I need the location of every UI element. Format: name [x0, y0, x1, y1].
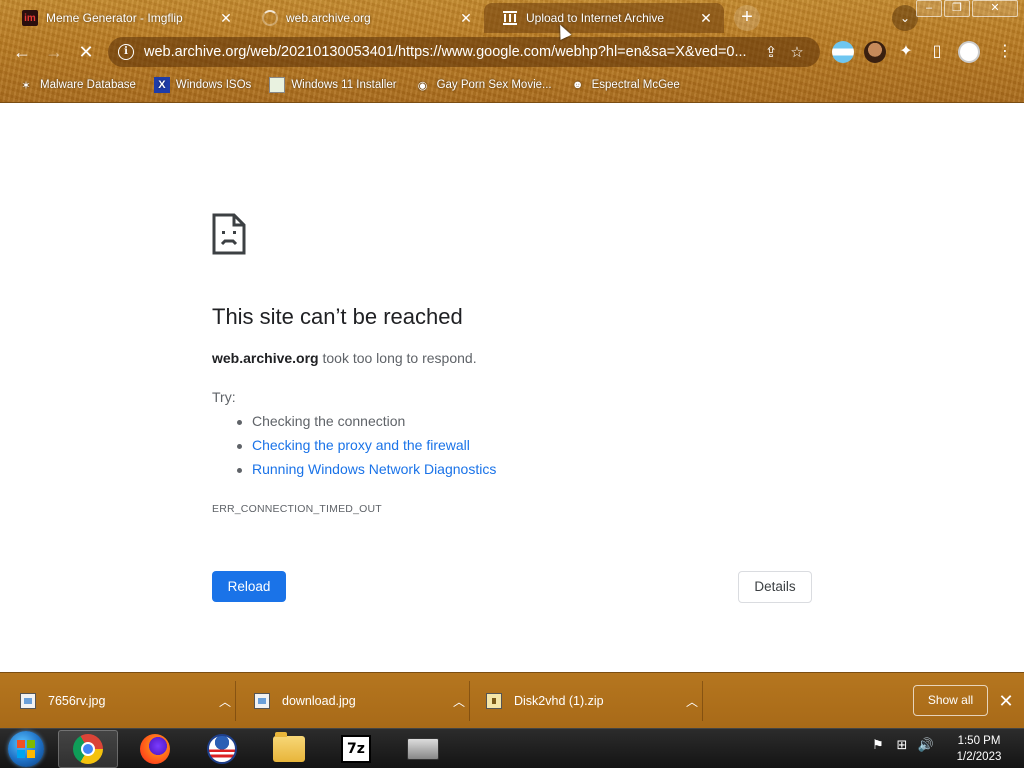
- 7zip-icon: 7z: [341, 735, 371, 763]
- clock[interactable]: 1:50 PM 1/2/2023: [942, 733, 1016, 765]
- system-tray: ⚑ ⊞ 🔊: [866, 737, 938, 753]
- taskbar-7zip[interactable]: 7z: [326, 730, 386, 768]
- downloads-shelf: 7656rv.jpg ︿ download.jpg ︿ Disk2vhd (1)…: [0, 672, 1024, 728]
- clock-date: 1/2/2023: [956, 751, 1002, 763]
- firefox-icon: [140, 734, 170, 764]
- toolbar: ← → ✕ i web.archive.org/web/202101300534…: [0, 36, 1024, 68]
- details-button[interactable]: Details: [738, 571, 812, 603]
- taskbar: 7z ⚑ ⊞ 🔊 1:50 PM 1/2/2023: [0, 728, 1024, 768]
- fly-icon: ✶: [21, 79, 31, 92]
- browser-chrome: im Meme Generator - Imgflip ✕ web.archiv…: [0, 0, 1024, 103]
- stop-loading-icon[interactable]: ✕: [73, 39, 99, 65]
- site-info-icon[interactable]: i: [118, 44, 134, 60]
- close-window-button[interactable]: ✕: [972, 0, 1018, 17]
- extensions-puzzle-icon[interactable]: ✦: [893, 39, 919, 65]
- new-tab-button[interactable]: +: [734, 5, 760, 31]
- tab-web-archive[interactable]: web.archive.org ✕: [244, 3, 484, 33]
- error-page: This site can’t be reached web.archive.o…: [0, 103, 1024, 672]
- bookmark-espectral-mcgee[interactable]: ☻ Espectral McGee: [570, 77, 680, 93]
- imgflip-icon: im: [22, 10, 38, 26]
- disc-icon: ◉: [417, 79, 428, 92]
- error-title: This site can’t be reached: [212, 304, 463, 329]
- avatar-extension-icon[interactable]: [864, 41, 886, 63]
- chevron-up-icon[interactable]: ︿: [215, 693, 235, 710]
- tab-close-icon[interactable]: ✕: [458, 10, 474, 26]
- menu-kebab-icon[interactable]: ⋮: [992, 39, 1018, 65]
- chevron-up-icon[interactable]: ︿: [449, 693, 469, 710]
- download-item[interactable]: download.jpg ︿: [236, 681, 470, 721]
- download-item[interactable]: Disk2vhd (1).zip ︿: [470, 681, 703, 721]
- download-item[interactable]: 7656rv.jpg ︿: [0, 681, 236, 721]
- minimize-button[interactable]: –: [916, 0, 942, 17]
- tab-close-icon[interactable]: ✕: [218, 10, 234, 26]
- bookmark-windows-isos[interactable]: X Windows ISOs: [153, 77, 251, 93]
- close-shelf-icon[interactable]: ✕: [996, 689, 1016, 713]
- tab-title: web.archive.org: [286, 11, 371, 25]
- tab-close-icon[interactable]: ✕: [698, 10, 714, 26]
- bookmark-malware-database[interactable]: ✶ Malware Database: [18, 77, 136, 93]
- side-panel-icon[interactable]: ▯: [924, 39, 950, 65]
- back-arrow-icon[interactable]: ←: [9, 39, 35, 65]
- taskbar-file-explorer[interactable]: [259, 730, 319, 768]
- tab-imgflip[interactable]: im Meme Generator - Imgflip ✕: [4, 3, 244, 33]
- taskbar-obama[interactable]: [192, 730, 252, 768]
- network-icon[interactable]: ⊞: [890, 737, 914, 753]
- tab-title: Upload to Internet Archive: [526, 11, 665, 25]
- start-orb-icon[interactable]: [8, 731, 44, 767]
- tab-strip: im Meme Generator - Imgflip ✕ web.archiv…: [0, 0, 1024, 34]
- x-icon: X: [153, 77, 170, 93]
- clock-time: 1:50 PM: [957, 735, 1001, 747]
- face-icon: ☻: [571, 79, 584, 91]
- bookmarks-bar: ✶ Malware Database X Windows ISOs Window…: [0, 72, 1024, 98]
- suggestion-check-proxy-link[interactable]: Checking the proxy and the firewall: [236, 437, 496, 461]
- zip-file-icon: [486, 693, 502, 709]
- tab-upload-archive[interactable]: Upload to Internet Archive ✕: [484, 3, 724, 33]
- download-filename: download.jpg: [282, 694, 356, 708]
- sad-page-icon: [212, 213, 246, 255]
- suggestion-network-diagnostics-link[interactable]: Running Windows Network Diagnostics: [236, 461, 496, 485]
- flag-extension-icon[interactable]: [832, 41, 854, 63]
- show-all-button[interactable]: Show all: [913, 685, 988, 716]
- url-text[interactable]: web.archive.org/web/20210130053401/https…: [144, 44, 758, 60]
- taskbar-device[interactable]: [393, 730, 453, 768]
- address-bar[interactable]: i web.archive.org/web/20210130053401/htt…: [108, 37, 820, 67]
- folder-icon: [273, 732, 305, 762]
- download-filename: 7656rv.jpg: [48, 694, 106, 708]
- archive-columns-icon: [502, 10, 518, 26]
- try-label: Try:: [212, 389, 236, 405]
- reload-button[interactable]: Reload: [212, 571, 286, 602]
- image-file-icon: [254, 693, 270, 709]
- obama-logo-icon: [207, 734, 237, 764]
- bookmark-star-icon[interactable]: ☆: [784, 43, 810, 61]
- chrome-icon: [73, 734, 103, 764]
- taskbar-firefox[interactable]: [125, 730, 185, 768]
- tab-title: Meme Generator - Imgflip: [46, 11, 183, 25]
- window-controls: – ❐ ✕: [914, 0, 1018, 17]
- error-description: web.archive.org took too long to respond…: [212, 350, 477, 366]
- taskbar-chrome[interactable]: [58, 730, 118, 768]
- bookmark-gay-porn-sex-movie[interactable]: ◉ Gay Porn Sex Movie...: [415, 77, 552, 93]
- action-center-flag-icon[interactable]: ⚑: [866, 737, 890, 753]
- loading-spinner-icon: [262, 10, 278, 26]
- image-icon: [269, 77, 286, 93]
- suggestion-list: Checking the connection Checking the pro…: [236, 413, 496, 485]
- volume-icon[interactable]: 🔊: [914, 737, 938, 753]
- forward-arrow-icon[interactable]: →: [41, 39, 67, 65]
- chevron-up-icon[interactable]: ︿: [682, 693, 702, 710]
- error-host: web.archive.org: [212, 350, 319, 366]
- share-icon[interactable]: ⇪: [758, 43, 784, 61]
- suggestion-check-connection: Checking the connection: [236, 413, 496, 437]
- device-icon: [407, 738, 439, 760]
- download-filename: Disk2vhd (1).zip: [514, 694, 604, 708]
- profile-icon[interactable]: [958, 41, 980, 63]
- image-file-icon: [20, 693, 36, 709]
- restore-button[interactable]: ❐: [944, 0, 970, 17]
- error-desc-suffix: took too long to respond.: [318, 350, 477, 366]
- error-code: ERR_CONNECTION_TIMED_OUT: [212, 503, 382, 515]
- bookmark-windows-11-installer[interactable]: Windows 11 Installer: [269, 77, 397, 93]
